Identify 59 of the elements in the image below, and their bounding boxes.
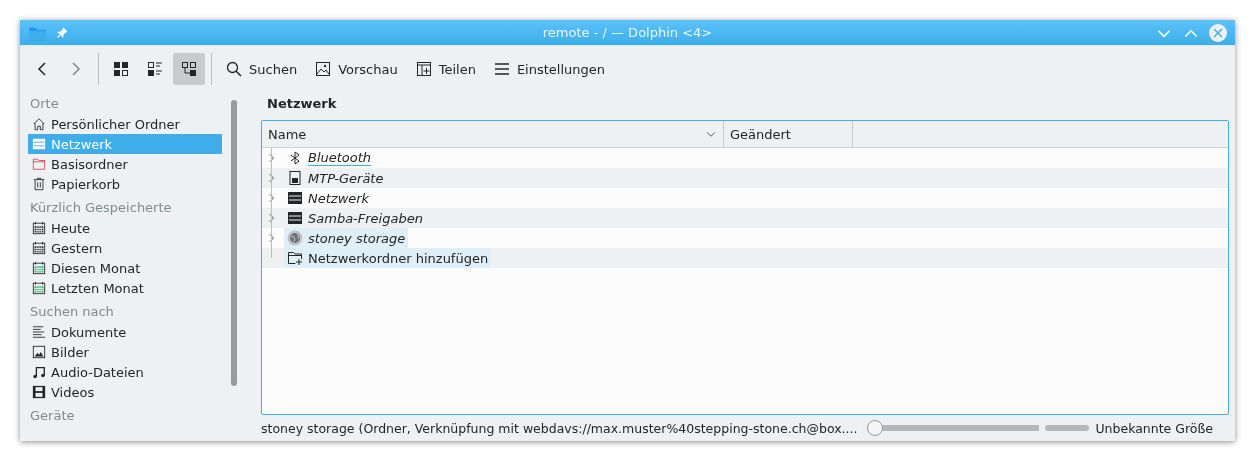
device-icon: [287, 170, 303, 186]
film-icon: [32, 385, 46, 399]
free-space-text: Unbekannte Größe: [1095, 420, 1213, 436]
file-item[interactable]: Netzwerk: [284, 188, 373, 208]
calendar-icon: [32, 281, 46, 295]
sidebar-item[interactable]: Letzten Monat: [28, 278, 222, 298]
toolbar-button[interactable]: Einstellungen: [485, 53, 613, 85]
window-title: remote - / — Dolphin <4>: [541, 25, 714, 40]
view-mode-button[interactable]: [173, 53, 205, 85]
globe-icon: [287, 230, 303, 246]
close-icon[interactable]: [1209, 23, 1227, 42]
sidebar-item[interactable]: Persönlicher Ordner: [28, 114, 222, 134]
sidebar-item[interactable]: Dokumente: [28, 322, 222, 342]
trash-icon: [32, 177, 46, 191]
section-header: Kürzlich Gespeicherte: [29, 199, 173, 217]
sidebar-item[interactable]: Heute: [28, 218, 222, 238]
section-header: Geräte: [29, 407, 76, 425]
status-text: stoney storage (Ordner, Verknüpfung mit webdavs://max.muster%40stepping-stone.ch@box....: [261, 420, 858, 436]
search-icon: [226, 61, 242, 77]
column-header[interactable]: Geändert: [724, 121, 853, 147]
section-header: Suchen nach: [29, 303, 115, 321]
location-title: Netzwerk: [266, 95, 338, 113]
calendar-icon: [32, 241, 46, 255]
toolbar-button[interactable]: Teilen: [407, 53, 484, 85]
file-item[interactable]: Netzwerkordner hinzufügen: [284, 248, 492, 268]
sidebar-item[interactable]: Basisordner: [28, 154, 222, 174]
column-header[interactable]: Name: [262, 121, 724, 147]
sidebar-item[interactable]: Papierkorb: [28, 174, 222, 194]
sidebar-item[interactable]: Gestern: [28, 238, 222, 258]
file-item[interactable]: Samba-Freigaben: [284, 208, 426, 228]
toolbar-button[interactable]: Vorschau: [307, 53, 406, 85]
calendar-icon: [32, 261, 46, 275]
calendar-icon: [32, 221, 46, 235]
folder-icon: [32, 157, 46, 171]
split-view-icon: [415, 61, 432, 77]
toolbar-button[interactable]: Suchen: [218, 53, 306, 85]
sidebar-item[interactable]: Audio-Dateien: [28, 362, 222, 382]
home-icon: [32, 117, 46, 131]
compact-list-icon: [147, 61, 163, 77]
image-icon: [315, 61, 332, 77]
pin-icon[interactable]: [56, 26, 68, 39]
music-note-icon: [32, 365, 46, 379]
sidebar-item[interactable]: Diesen Monat: [28, 258, 222, 278]
sidebar-item[interactable]: Bilder: [28, 342, 222, 362]
section-header: Orte: [29, 95, 60, 113]
tree-view-icon: [181, 61, 197, 77]
scrollbar[interactable]: [231, 100, 237, 386]
image-icon: [32, 345, 46, 359]
file-item[interactable]: MTP-Geräte: [284, 168, 387, 188]
server-icon: [287, 190, 303, 206]
file-item[interactable]: stoney storage: [284, 228, 409, 248]
document-lines-icon: [32, 325, 46, 339]
sidebar-item[interactable]: Videos: [28, 382, 222, 402]
icon-grid-icon: [113, 61, 129, 77]
folder-add-icon: [287, 250, 303, 266]
server-icon: [32, 137, 46, 151]
file-item[interactable]: Bluetooth: [284, 148, 375, 168]
menu-icon: [493, 61, 510, 77]
space-bar: [1045, 425, 1090, 431]
